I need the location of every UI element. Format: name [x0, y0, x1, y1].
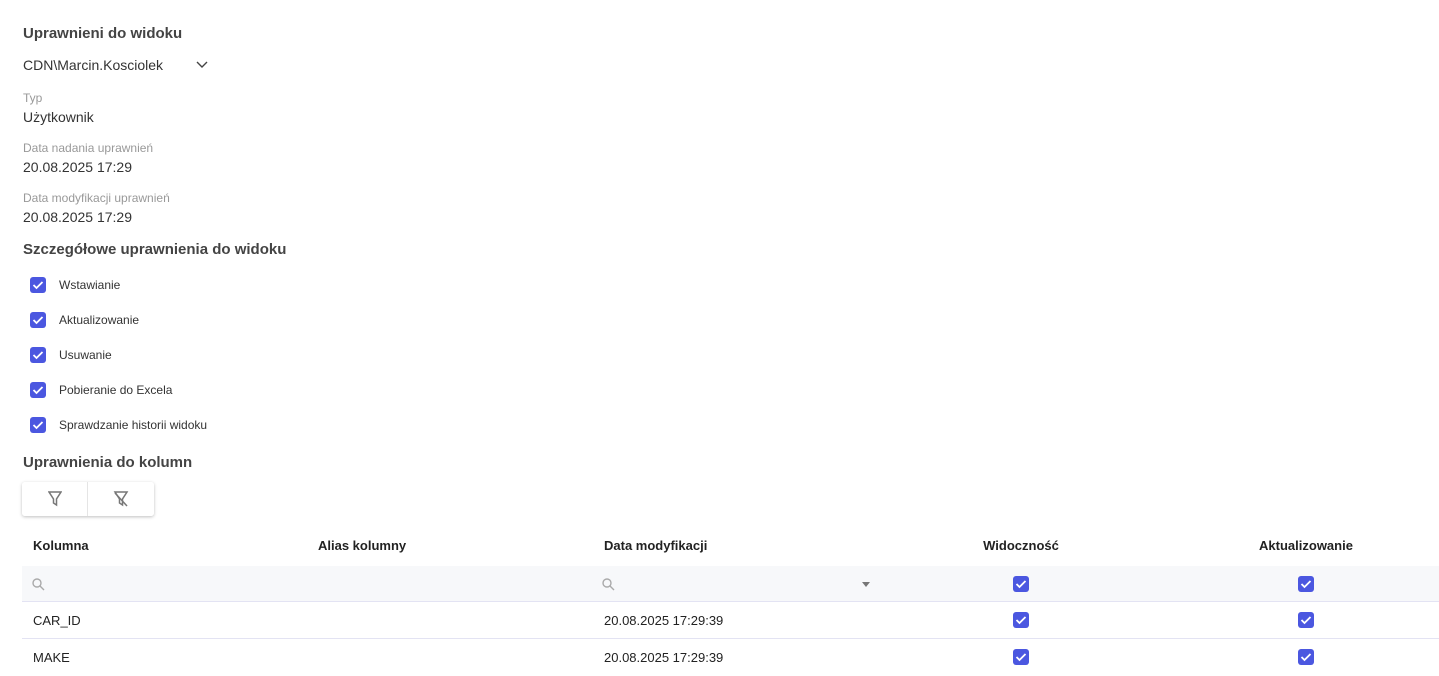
granted-value: 20.08.2025 17:29 — [23, 159, 132, 175]
header-column[interactable]: Kolumna — [33, 538, 89, 553]
update-checkbox[interactable] — [1298, 612, 1314, 628]
clear-filter-icon — [113, 491, 129, 507]
permission-label: Pobieranie do Excela — [59, 383, 173, 397]
section-title: Uprawnieni do widoku — [23, 25, 183, 42]
clear-filter-button[interactable] — [88, 482, 154, 516]
search-icon[interactable] — [602, 578, 615, 591]
permission-label: Usuwanie — [59, 348, 112, 362]
header-visibility[interactable]: Widoczność — [983, 538, 1059, 553]
filter-icon — [47, 491, 62, 507]
checkbox-checked-icon[interactable] — [30, 382, 46, 398]
table-row[interactable]: CAR_ID 20.08.2025 17:29:39 — [22, 602, 1439, 639]
permission-history[interactable]: Sprawdzanie historii widoku — [30, 417, 207, 433]
permission-label: Aktualizowanie — [59, 313, 140, 327]
type-value: Użytkownik — [23, 109, 94, 125]
type-label: Typ — [23, 91, 43, 105]
search-icon[interactable] — [32, 578, 45, 591]
cell-column: MAKE — [33, 650, 70, 665]
visibility-filter-checkbox[interactable] — [1013, 576, 1029, 592]
user-select[interactable]: CDN\Marcin.Kosciolek — [23, 57, 208, 73]
checkbox-checked-icon[interactable] — [30, 277, 46, 293]
header-update[interactable]: Aktualizowanie — [1259, 538, 1353, 553]
checkbox-checked-icon[interactable] — [30, 312, 46, 328]
chevron-down-icon — [196, 61, 208, 68]
update-filter-checkbox[interactable] — [1298, 576, 1314, 592]
permission-insert[interactable]: Wstawianie — [30, 277, 120, 293]
visibility-checkbox[interactable] — [1013, 612, 1029, 628]
details-title: Szczegółowe uprawnienia do widoku — [23, 241, 287, 258]
permission-update[interactable]: Aktualizowanie — [30, 312, 139, 328]
cell-column: CAR_ID — [33, 613, 81, 628]
modified-value: 20.08.2025 17:29 — [23, 209, 132, 225]
checkbox-checked-icon[interactable] — [30, 347, 46, 363]
permission-excel[interactable]: Pobieranie do Excela — [30, 382, 172, 398]
granted-label: Data nadania uprawnień — [23, 141, 154, 155]
filter-button[interactable] — [22, 482, 88, 516]
permission-label: Sprawdzanie historii widoku — [59, 418, 208, 432]
filter-row — [22, 566, 1439, 602]
dropdown-arrow-icon[interactable] — [862, 582, 870, 587]
visibility-checkbox[interactable] — [1013, 649, 1029, 665]
user-select-value: CDN\Marcin.Kosciolek — [23, 57, 164, 73]
header-modified[interactable]: Data modyfikacji — [604, 538, 707, 553]
cell-modified: 20.08.2025 17:29:39 — [604, 650, 724, 665]
table-row[interactable]: MAKE 20.08.2025 17:29:39 — [22, 639, 1439, 676]
cell-modified: 20.08.2025 17:29:39 — [604, 613, 724, 628]
permission-delete[interactable]: Usuwanie — [30, 347, 112, 363]
columns-title: Uprawnienia do kolumn — [23, 454, 193, 471]
header-alias[interactable]: Alias kolumny — [318, 538, 406, 553]
update-checkbox[interactable] — [1298, 649, 1314, 665]
permission-label: Wstawianie — [59, 278, 121, 292]
checkbox-checked-icon[interactable] — [30, 417, 46, 433]
modified-label: Data modyfikacji uprawnień — [23, 191, 170, 205]
